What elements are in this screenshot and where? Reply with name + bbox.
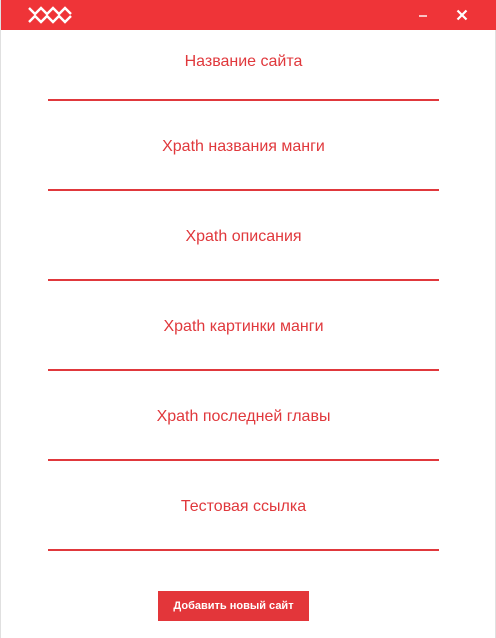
- site-name-field: Название сайта: [48, 52, 439, 122]
- xpath-last-chapter-field: Xpath последней главы: [48, 407, 439, 477]
- xpath-title-underline: [48, 189, 439, 191]
- xpath-description-underline: [48, 279, 439, 281]
- xpath-description-input[interactable]: [48, 251, 439, 275]
- title-bar[interactable]: [1, 0, 496, 30]
- close-icon: [456, 9, 468, 21]
- test-link-input[interactable]: [48, 521, 439, 545]
- add-site-button[interactable]: Добавить новый сайт: [158, 591, 309, 621]
- xpath-image-underline: [48, 369, 439, 371]
- xpath-title-field: Xpath названия манги: [48, 137, 439, 207]
- close-button[interactable]: [445, 0, 479, 30]
- xpath-description-label: Xpath описания: [185, 228, 302, 245]
- test-link-label: Тестовая ссылка: [180, 498, 307, 515]
- xpath-last-chapter-underline: [48, 459, 439, 461]
- xpath-title-label: Xpath названия манги: [162, 138, 325, 155]
- test-link-field: Тестовая ссылка: [48, 497, 439, 567]
- xpath-last-chapter-label: Xpath последней главы: [156, 408, 331, 425]
- xpath-image-input[interactable]: [48, 341, 439, 365]
- xpath-image-field: Xpath картинки манги: [48, 317, 439, 387]
- xpath-title-input[interactable]: [48, 161, 439, 185]
- site-name-label: Название сайта: [184, 53, 303, 70]
- xpath-last-chapter-input[interactable]: [48, 431, 439, 455]
- add-site-window: Название сайта Xpath названия манги Xpat…: [0, 0, 496, 638]
- test-link-underline: [48, 549, 439, 551]
- xpath-description-field: Xpath описания: [48, 227, 439, 297]
- minimize-button[interactable]: [406, 0, 440, 30]
- site-name-input[interactable]: [48, 76, 439, 100]
- minimize-icon: [419, 15, 427, 17]
- site-name-underline: [48, 99, 439, 101]
- manga-logo-icon: [28, 6, 72, 24]
- xpath-image-label: Xpath картинки манги: [163, 318, 324, 335]
